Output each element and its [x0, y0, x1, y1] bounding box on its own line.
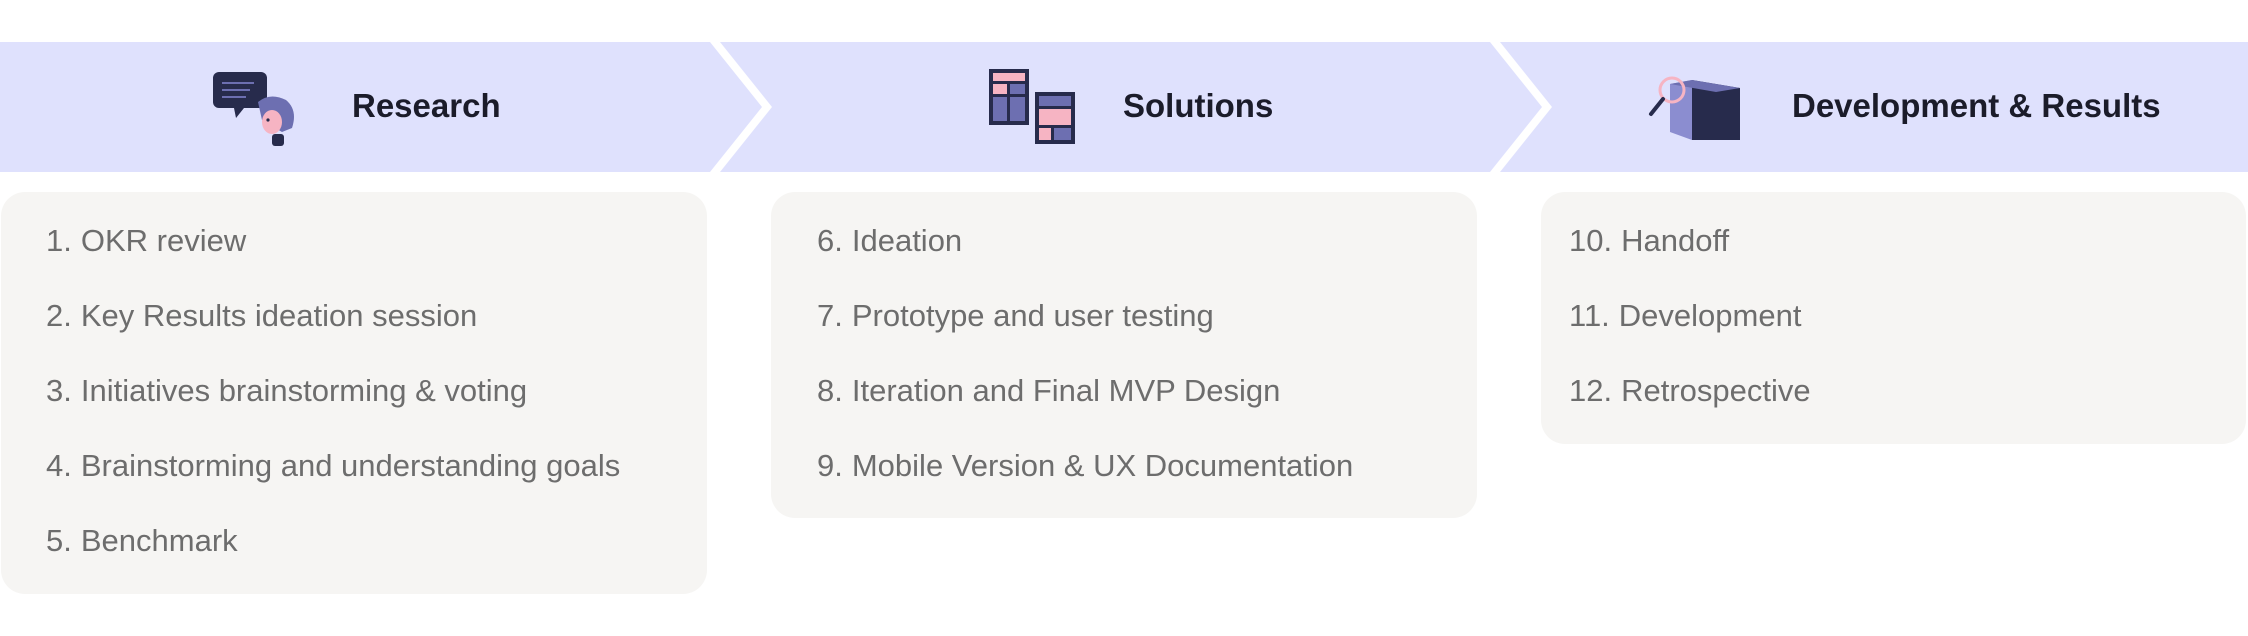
step-label: Key Results ideation session: [80, 298, 478, 333]
step-label: Development: [1618, 298, 1802, 333]
stage-title-solutions: Solutions: [1123, 87, 1274, 124]
step-label: Prototype and user testing: [851, 298, 1214, 333]
step-item: 6. Ideation: [817, 219, 962, 263]
step-number: 10.: [1569, 223, 1613, 258]
step-number: 9.: [817, 448, 843, 483]
layout-screens-icon: [989, 69, 1075, 144]
step-item: 12. Retrospective: [1569, 369, 1811, 413]
step-label: Benchmark: [80, 523, 238, 558]
steps-panel-development: 10. Handoff 11. Development 12. Retrospecti…: [1541, 192, 2246, 444]
step-item: 2. Key Results ideation session: [46, 294, 477, 338]
chat-person-icon: [213, 72, 294, 146]
step-number: 1.: [46, 223, 72, 258]
box-magnifier-icon: [1649, 76, 1740, 140]
step-number: 3.: [46, 373, 72, 408]
step-number: 7.: [817, 298, 843, 333]
step-label: Retrospective: [1621, 373, 1811, 408]
steps-panel-research: 1. OKR review 2. Key Results ideation sess…: [1, 192, 707, 594]
step-item: 10. Handoff: [1569, 219, 1729, 263]
step-label: Iteration and Final MVP Design: [851, 373, 1281, 408]
step-number: 6.: [817, 223, 843, 258]
step-item: 1. OKR review: [46, 219, 246, 263]
step-item: 4. Brainstorming and understanding goals: [46, 444, 620, 488]
step-number: 4.: [46, 448, 72, 483]
step-label: OKR review: [80, 223, 247, 258]
step-number: 8.: [817, 373, 843, 408]
stage-title-research: Research: [352, 87, 501, 124]
steps-panel-solutions: 6. Ideation 7. Prototype and user testing …: [771, 192, 1477, 518]
step-label: Brainstorming and understanding goals: [80, 448, 621, 483]
step-item: 8. Iteration and Final MVP Design: [817, 369, 1280, 413]
step-item: 7. Prototype and user testing: [817, 294, 1214, 338]
step-item: 9. Mobile Version & UX Documentation: [817, 444, 1353, 488]
step-label: Mobile Version & UX Documentation: [851, 448, 1354, 483]
step-item: 11. Development: [1569, 294, 1801, 338]
step-label: Handoff: [1621, 223, 1730, 258]
stage-title-development: Development & Results: [1792, 87, 2161, 124]
step-number: 2.: [46, 298, 72, 333]
step-item: 3. Initiatives brainstorming & voting: [46, 369, 527, 413]
step-number: 11.: [1569, 298, 1610, 333]
step-label: Ideation: [851, 223, 963, 258]
step-item: 5. Benchmark: [46, 519, 238, 563]
step-number: 5.: [46, 523, 72, 558]
step-label: Initiatives brainstorming & voting: [80, 373, 528, 408]
step-number: 12.: [1569, 373, 1613, 408]
